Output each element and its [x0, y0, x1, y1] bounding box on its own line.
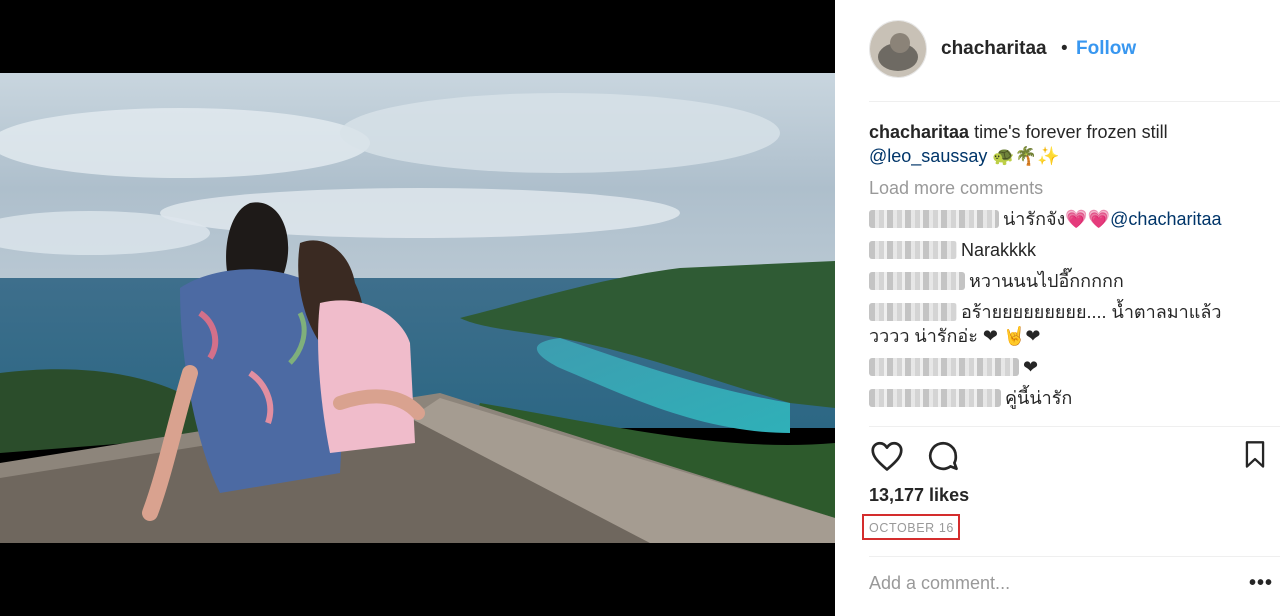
avatar[interactable] [869, 20, 927, 78]
comment-emoji: 💗💗 [1065, 209, 1111, 229]
bookmark-icon[interactable] [1241, 440, 1269, 475]
comment-text: อร้ายยยยยยยยย.... น้ำตาลมาแล้ว [961, 302, 1222, 322]
action-bar [869, 438, 1265, 479]
comment-text: หวานนนไปอี๊กกกกก [969, 271, 1124, 291]
comments-section: chacharitaa time's forever frozen still … [869, 120, 1264, 410]
post-date[interactable]: OCTOBER 16 [869, 521, 954, 535]
post-photo[interactable] [0, 73, 835, 543]
comment-item: น่ารักจัง💗💗@chacharitaa [869, 207, 1264, 231]
caption-username[interactable]: chacharitaa [869, 122, 969, 142]
comment-text: ❤ [1023, 357, 1039, 377]
comment-item: Narakkkk [869, 238, 1264, 262]
comment-item: หวานนนไปอี๊กกกกก [869, 269, 1264, 293]
separator-dot: • [1061, 38, 1068, 59]
load-more-comments-button[interactable]: Load more comments [869, 176, 1264, 200]
comment-mention[interactable]: @chacharitaa [1110, 209, 1221, 229]
post-header: chacharitaa • Follow [835, 0, 1280, 100]
blurred-username[interactable] [869, 389, 1001, 407]
caption: chacharitaa time's forever frozen still [869, 120, 1264, 144]
caption-emoji: 🐢🌴✨ [992, 146, 1060, 166]
speech-bubble-icon[interactable] [925, 438, 961, 479]
comment-text-continued: วววว น่ารักอ่ะ ❤ 🤘❤ [869, 326, 1041, 346]
comment-item: คู่นี้น่ารัก [869, 386, 1264, 410]
post-media [0, 0, 835, 616]
heart-outline-icon[interactable] [869, 438, 905, 479]
comment-text: น่ารักจัง [1003, 209, 1066, 229]
header-divider [869, 101, 1280, 102]
caption-mention[interactable]: @leo_saussay [869, 146, 987, 166]
add-comment-input[interactable]: Add a comment... [869, 573, 1010, 594]
header-username[interactable]: chacharitaa [941, 38, 1047, 60]
comment-text: Narakkkk [961, 240, 1037, 260]
blurred-username[interactable] [869, 303, 957, 321]
blurred-username[interactable] [869, 358, 1019, 376]
comment-text: คู่นี้น่ารัก [1005, 388, 1073, 408]
post-sidebar: chacharitaa • Follow chacharitaa time's … [835, 0, 1280, 616]
like-count[interactable]: 13,177 likes [869, 485, 969, 506]
ellipsis-icon[interactable]: ••• [1249, 572, 1273, 595]
caption-text: time's forever frozen still [974, 122, 1168, 142]
blurred-username[interactable] [869, 241, 957, 259]
caption-line-2: @leo_saussay 🐢🌴✨ [869, 144, 1264, 168]
comment-divider [869, 556, 1280, 557]
blurred-username[interactable] [869, 272, 965, 290]
comment-item: ❤ [869, 355, 1264, 379]
follow-button[interactable]: Follow [1076, 38, 1136, 60]
blurred-username[interactable] [869, 210, 999, 228]
actions-divider [869, 426, 1280, 427]
comment-item: อร้ายยยยยยยยย.... น้ำตาลมาแล้ว วววว น่าร… [869, 300, 1264, 348]
